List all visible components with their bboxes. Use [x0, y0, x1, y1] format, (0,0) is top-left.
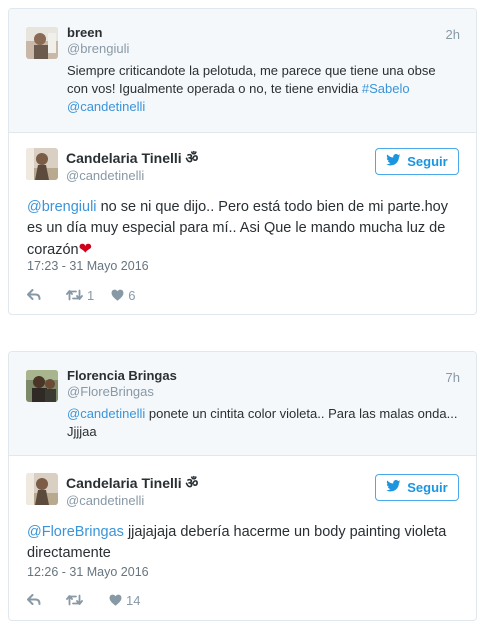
quoted-timestamp[interactable]: 7h [446, 370, 460, 385]
tweet-date[interactable]: 12:26 - 31 Mayo 2016 [27, 565, 149, 579]
tweet-text: @FloreBringas jjajajaja debería hacerme … [27, 522, 457, 564]
quoted-tweet-text: Siempre criticandote la pelotuda, me par… [67, 62, 459, 116]
heart-icon [111, 289, 124, 301]
mention-link[interactable]: @FloreBringas [27, 524, 124, 540]
like-button[interactable]: 14 [109, 593, 140, 608]
follow-label: Seguir [407, 154, 448, 169]
heart-emoji: ❤ [78, 241, 92, 258]
tweet-actions: 1 6 [27, 286, 135, 304]
quoted-tweet-text: @candetinelli ponete un cintita color vi… [67, 405, 459, 441]
author-handle[interactable]: @candetinelli [66, 168, 144, 183]
retweet-icon [66, 594, 83, 606]
hashtag-link[interactable]: #Sabelo [362, 81, 410, 96]
like-count: 14 [126, 592, 141, 608]
embedded-tweet-card: Florencia Bringas @FloreBringas 7h @cand… [8, 351, 477, 621]
avatar[interactable] [26, 370, 58, 402]
reply-icon [27, 594, 41, 606]
author-handle[interactable]: @candetinelli [66, 493, 144, 508]
mention-link[interactable]: @brengiuli [27, 199, 97, 215]
quoted-text-line: ponete un cintita color violeta.. Para l… [145, 406, 458, 421]
quoted-author-name[interactable]: Florencia Bringas [67, 368, 177, 383]
follow-label: Seguir [407, 480, 448, 495]
avatar[interactable] [26, 27, 58, 59]
quoted-author-handle[interactable]: @FloreBringas [67, 384, 154, 399]
follow-button[interactable]: Seguir [375, 474, 459, 501]
like-button[interactable]: 6 [111, 288, 135, 303]
author-name[interactable]: Candelaria Tinelli ॐ [66, 474, 198, 493]
tweet-actions: 14 [27, 591, 140, 609]
reply-button[interactable] [27, 289, 47, 301]
quoted-author-handle[interactable]: @brengiuli [67, 41, 129, 56]
avatar[interactable] [26, 473, 58, 505]
mention-link[interactable]: @candetinelli [67, 99, 145, 114]
quoted-text-line: vos! Igualmente operada o no, te tiene e… [91, 81, 362, 96]
reply-icon [27, 289, 41, 301]
quoted-tweet[interactable]: Florencia Bringas @FloreBringas 7h @cand… [9, 352, 476, 456]
quoted-timestamp[interactable]: 2h [446, 27, 460, 42]
mention-link[interactable]: @candetinelli [67, 406, 145, 421]
tweet-date[interactable]: 17:23 - 31 Mayo 2016 [27, 259, 149, 273]
follow-button[interactable]: Seguir [375, 148, 459, 175]
heart-icon [109, 594, 122, 606]
reply-button[interactable] [27, 594, 47, 606]
quoted-tweet[interactable]: breen @brengiuli 2h Siempre criticandote… [9, 9, 476, 133]
like-count: 6 [128, 287, 136, 303]
twitter-bird-icon [386, 480, 401, 495]
tweet-text: @brengiuli no se ni que dijo.. Pero está… [27, 197, 457, 261]
author-name[interactable]: Candelaria Tinelli ॐ [66, 149, 198, 168]
retweet-button[interactable]: 1 [66, 288, 94, 303]
retweet-button[interactable] [66, 594, 87, 606]
quoted-text-line: Jjjjaa [67, 424, 97, 439]
twitter-bird-icon [386, 154, 401, 169]
embedded-tweet-card: breen @brengiuli 2h Siempre criticandote… [8, 8, 477, 315]
retweet-count: 1 [87, 287, 95, 303]
quoted-author-name[interactable]: breen [67, 25, 102, 40]
avatar[interactable] [26, 148, 58, 180]
retweet-icon [66, 289, 83, 301]
